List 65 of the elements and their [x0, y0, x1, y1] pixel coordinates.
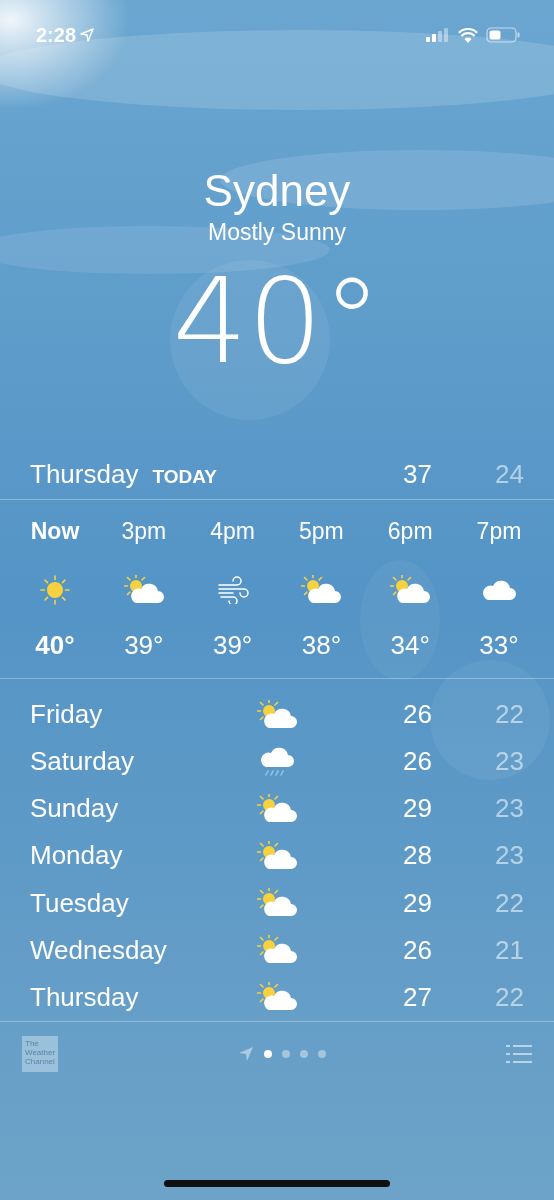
- sun-cloud-icon: [123, 575, 164, 605]
- high-temperature: 26: [402, 699, 432, 731]
- page-dot[interactable]: [318, 1050, 326, 1058]
- high-temperature: 26: [402, 746, 432, 778]
- low-temperature: 21: [494, 934, 524, 966]
- forecast-day: Thursday: [30, 981, 257, 1013]
- low-temperature: 23: [494, 746, 524, 778]
- sun-icon: [38, 573, 72, 607]
- high-temperature: 27: [402, 981, 432, 1013]
- low-temperature: 22: [494, 887, 524, 919]
- hour-temperature: 39°: [212, 630, 253, 661]
- today-day: Thursday: [30, 459, 139, 490]
- status-time: 2:28: [36, 23, 77, 47]
- sun-cloud-icon: [257, 793, 297, 824]
- forecast-day: Friday: [30, 699, 257, 731]
- forecast-day: Monday: [30, 840, 257, 872]
- hour-temperature: 38°: [301, 630, 342, 661]
- city-name: Sydney: [203, 165, 351, 217]
- home-indicator[interactable]: [164, 1180, 390, 1187]
- low-temperature: 22: [494, 981, 524, 1013]
- sun-cloud-icon: [257, 982, 297, 1013]
- weather-channel-logo[interactable]: The Weather Channel: [22, 1036, 58, 1072]
- forecast-day: Wednesday: [30, 934, 257, 966]
- location-arrow-icon[interactable]: [238, 1046, 254, 1062]
- sun-cloud-icon: [390, 575, 431, 605]
- high-temperature: 37: [402, 459, 432, 490]
- high-temperature: 28: [402, 840, 432, 872]
- sun-cloud-icon: [257, 841, 297, 871]
- sun-cloud-icon: [257, 935, 297, 966]
- wind-icon: [215, 576, 250, 604]
- hour-label: 4pm: [210, 518, 255, 546]
- hour-temperature: 39°: [124, 630, 164, 661]
- hour-label: Now: [30, 518, 80, 546]
- low-temperature: 23: [494, 840, 524, 872]
- hour-temperature: 40°: [35, 630, 75, 661]
- weather-condition: Mostly Sunny: [207, 218, 347, 247]
- high-temperature: 29: [402, 793, 432, 825]
- hour-label: 3pm: [121, 518, 167, 546]
- sun-cloud-icon: [257, 888, 297, 919]
- low-temperature: 24: [494, 459, 524, 490]
- sun-cloud-icon: [257, 699, 297, 730]
- page-dot[interactable]: [282, 1050, 290, 1058]
- today-label: TODAY: [152, 466, 217, 488]
- cloud-icon: [482, 578, 516, 602]
- hour-label: 6pm: [387, 518, 433, 546]
- signal-icon: [426, 28, 450, 42]
- forecast-day: Sunday: [30, 793, 257, 825]
- sun-cloud-icon: [301, 575, 342, 605]
- list-icon[interactable]: [506, 1045, 532, 1063]
- high-temperature: 29: [402, 887, 432, 919]
- hour-temperature: 33°: [479, 630, 519, 661]
- low-temperature: 22: [494, 699, 524, 731]
- high-temperature: 26: [402, 934, 432, 966]
- hour-label: 5pm: [299, 518, 344, 546]
- hour-label: 7pm: [476, 518, 522, 546]
- forecast-day: Saturday: [30, 746, 257, 778]
- low-temperature: 23: [494, 793, 524, 825]
- current-temperature: 40°: [172, 253, 382, 389]
- location-arrow-icon: [80, 28, 95, 42]
- forecast-day: Tuesday: [30, 887, 257, 919]
- wifi-icon: [458, 27, 478, 43]
- battery-icon: [486, 27, 520, 43]
- page-dot[interactable]: [300, 1050, 308, 1058]
- hour-temperature: 34°: [390, 630, 430, 661]
- page-dot[interactable]: [264, 1050, 272, 1058]
